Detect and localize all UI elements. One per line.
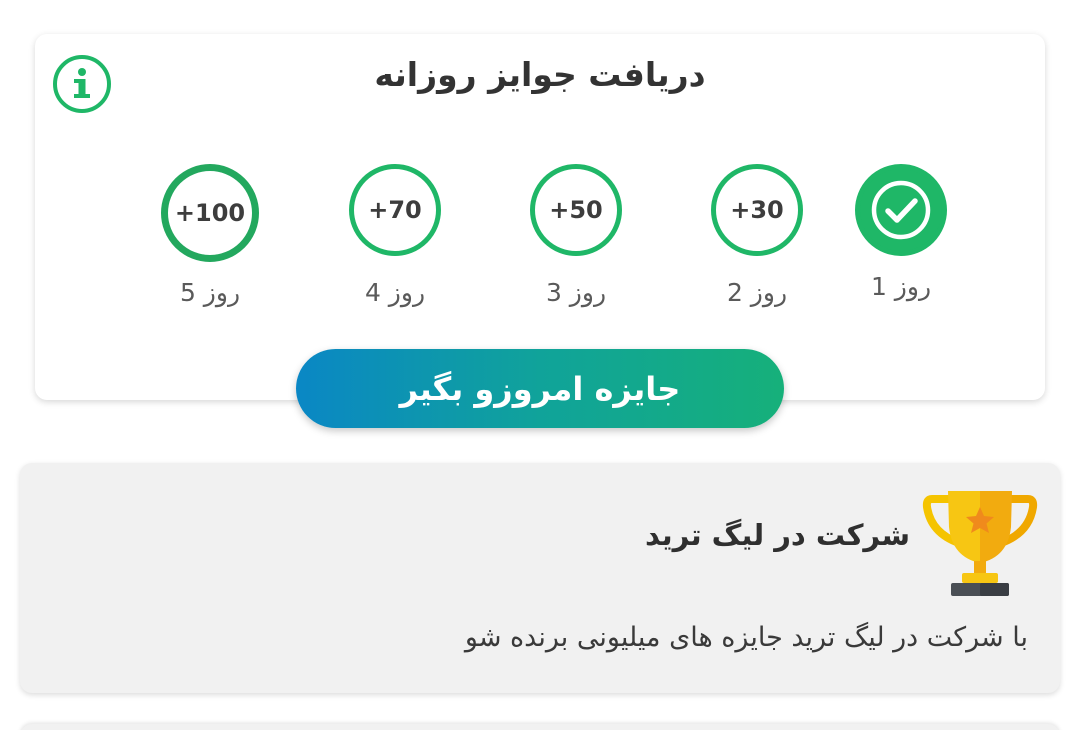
check-icon: [871, 180, 931, 240]
league-title: شرکت در لیگ ترید: [645, 518, 910, 552]
day-2-reward-circle: +30: [711, 164, 803, 256]
day-4-item: +70 روز 4: [320, 164, 470, 324]
day-5-label: روز 5: [179, 278, 241, 307]
screen: دریافت جوایز روزانه +100 روز 5 +70 روز 4…: [0, 0, 1080, 730]
day-3-item: +50 روز 3: [501, 164, 651, 324]
rewards-title: دریافت جوایز روزانه: [374, 55, 706, 94]
day-3-reward: +50: [549, 196, 603, 224]
day-4-reward-circle: +70: [349, 164, 441, 256]
day-5-reward-circle: +100: [161, 164, 259, 262]
day-1-item: روز 1: [826, 164, 976, 324]
day-3-label: روز 3: [545, 278, 607, 307]
league-description: با شرکت در لیگ ترید جایزه های میلیونی بر…: [464, 622, 1028, 653]
day-3-reward-circle: +50: [530, 164, 622, 256]
day-2-reward: +30: [730, 196, 784, 224]
day-1-claimed-circle: [855, 164, 947, 256]
trade-league-card[interactable]: شرکت در لیگ ترید با شرکت در لیگ ترید جای…: [20, 463, 1060, 693]
trophy-icon: [922, 491, 1038, 596]
day-4-reward: +70: [368, 196, 422, 224]
info-icon[interactable]: [52, 54, 112, 114]
day-5-item: +100 روز 5: [135, 164, 285, 324]
daily-rewards-card: دریافت جوایز روزانه +100 روز 5 +70 روز 4…: [35, 34, 1045, 400]
next-card-edge: [20, 724, 1060, 730]
claim-today-reward-button[interactable]: جایزه امروزو بگیر: [296, 349, 784, 428]
day-5-reward: +100: [174, 199, 246, 227]
day-4-label: روز 4: [364, 278, 426, 307]
day-1-label: روز 1: [870, 272, 932, 301]
day-2-label: روز 2: [726, 278, 788, 307]
day-2-item: +30 روز 2: [682, 164, 832, 324]
